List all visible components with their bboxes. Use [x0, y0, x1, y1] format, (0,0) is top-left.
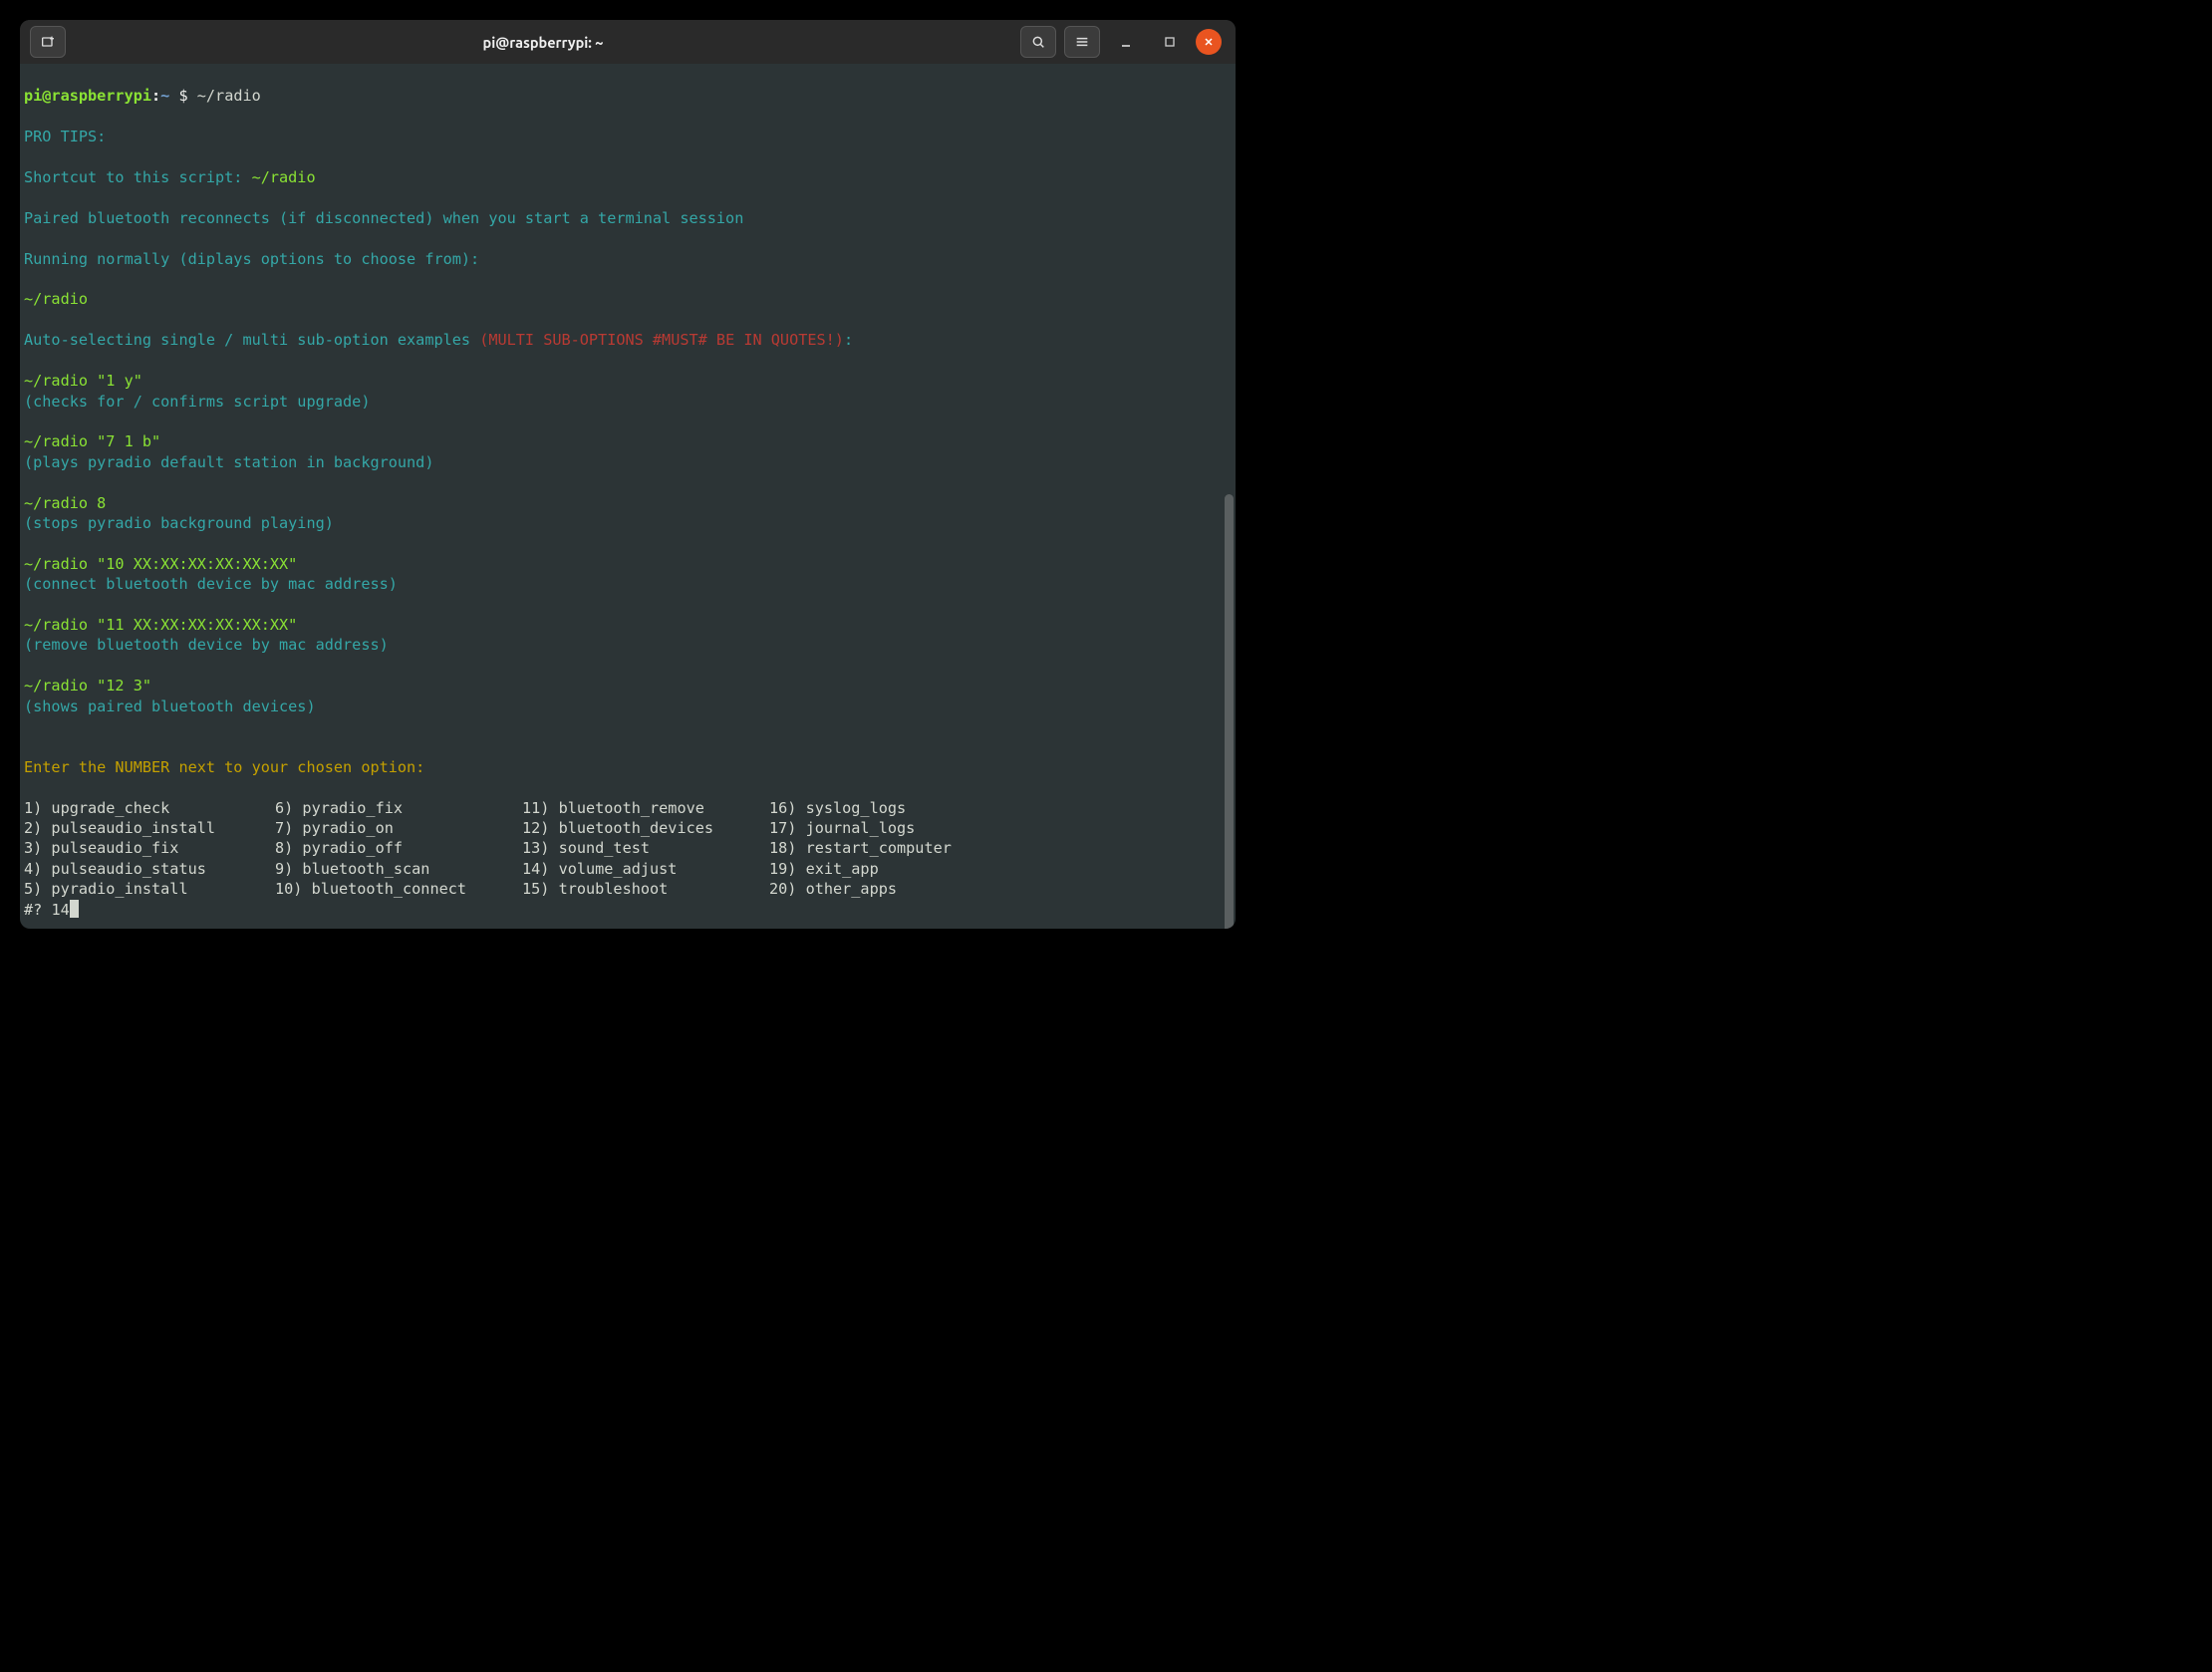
option-7: 7) pyradio_on [275, 818, 522, 838]
shortcut-label: Shortcut to this script: [24, 168, 252, 186]
pro-tips-header: PRO TIPS: [24, 128, 106, 145]
option-16: 16) syslog_logs [769, 798, 968, 818]
prompt-command: ~/radio [197, 87, 261, 105]
option-4: 4) pulseaudio_status [24, 859, 275, 879]
option-18: 18) restart_computer [769, 838, 968, 858]
example-5-note: (remove bluetooth device by mac address) [24, 636, 389, 654]
option-5: 5) pyradio_install [24, 879, 275, 899]
terminal-content[interactable]: pi@raspberrypi:~ $ ~/radio PRO TIPS: Sho… [20, 64, 1236, 929]
option-1: 1) upgrade_check [24, 798, 275, 818]
option-13: 13) sound_test [522, 838, 769, 858]
example-2-cmd: ~/radio "7 1 b" [24, 432, 160, 450]
auto-select-warn: (MULTI SUB-OPTIONS #MUST# BE IN QUOTES!) [479, 331, 844, 349]
option-8: 8) pyradio_off [275, 838, 522, 858]
running-normally-note: Running normally (diplays options to cho… [24, 250, 479, 268]
auto-select-label: Auto-selecting single / multi sub-option… [24, 331, 479, 349]
example-3-note: (stops pyradio background playing) [24, 514, 334, 532]
options-menu: 1) upgrade_check 6) pyradio_fix11) bluet… [24, 798, 1232, 900]
example-4-note: (connect bluetooth device by mac address… [24, 575, 398, 593]
input-prompt-prefix: #? [24, 901, 51, 919]
minimize-button[interactable] [1108, 26, 1144, 58]
cmd-plain: ~/radio [24, 290, 88, 308]
auto-select-colon: : [844, 331, 853, 349]
option-2: 2) pulseaudio_install [24, 818, 275, 838]
option-6: 6) pyradio_fix [275, 798, 522, 818]
prompt-dollar: $ [169, 87, 196, 105]
option-9: 9) bluetooth_scan [275, 859, 522, 879]
option-14: 14) volume_adjust [522, 859, 769, 879]
option-15: 15) troubleshoot [522, 879, 769, 899]
example-1-cmd: ~/radio "1 y" [24, 372, 142, 390]
option-19: 19) exit_app [769, 859, 968, 879]
option-12: 12) bluetooth_devices [522, 818, 769, 838]
example-5-cmd: ~/radio "11 XX:XX:XX:XX:XX:XX" [24, 616, 297, 634]
option-17: 17) journal_logs [769, 818, 968, 838]
option-11: 11) bluetooth_remove [522, 798, 769, 818]
window-title: pi@raspberrypi: ~ [68, 34, 1018, 51]
prompt-path: ~ [160, 87, 169, 105]
option-20: 20) other_apps [769, 879, 968, 899]
example-1-note: (checks for / confirms script upgrade) [24, 393, 370, 411]
bt-reconnect-note: Paired bluetooth reconnects (if disconne… [24, 209, 743, 227]
option-10: 10) bluetooth_connect [275, 879, 522, 899]
example-4-cmd: ~/radio "10 XX:XX:XX:XX:XX:XX" [24, 555, 297, 573]
shortcut-cmd: ~/radio [252, 168, 316, 186]
example-3-cmd: ~/radio 8 [24, 494, 106, 512]
scrollbar-thumb[interactable] [1225, 494, 1234, 929]
enter-number-instruction: Enter the NUMBER next to your chosen opt… [24, 758, 424, 776]
example-6-cmd: ~/radio "12 3" [24, 677, 151, 695]
prompt-separator: : [151, 87, 160, 105]
cursor-block [70, 900, 79, 918]
option-3: 3) pulseaudio_fix [24, 838, 275, 858]
titlebar: pi@raspberrypi: ~ [20, 20, 1236, 64]
menu-button[interactable] [1064, 26, 1100, 58]
maximize-button[interactable] [1152, 26, 1188, 58]
close-button[interactable] [1196, 29, 1222, 55]
input-prompt-value[interactable]: 14 [51, 901, 69, 919]
example-2-note: (plays pyradio default station in backgr… [24, 453, 433, 471]
example-6-note: (shows paired bluetooth devices) [24, 697, 316, 715]
new-tab-button[interactable] [30, 26, 66, 58]
terminal-window: pi@raspberrypi: ~ [20, 20, 1236, 929]
prompt-user-host: pi@raspberrypi [24, 87, 151, 105]
search-button[interactable] [1020, 26, 1056, 58]
